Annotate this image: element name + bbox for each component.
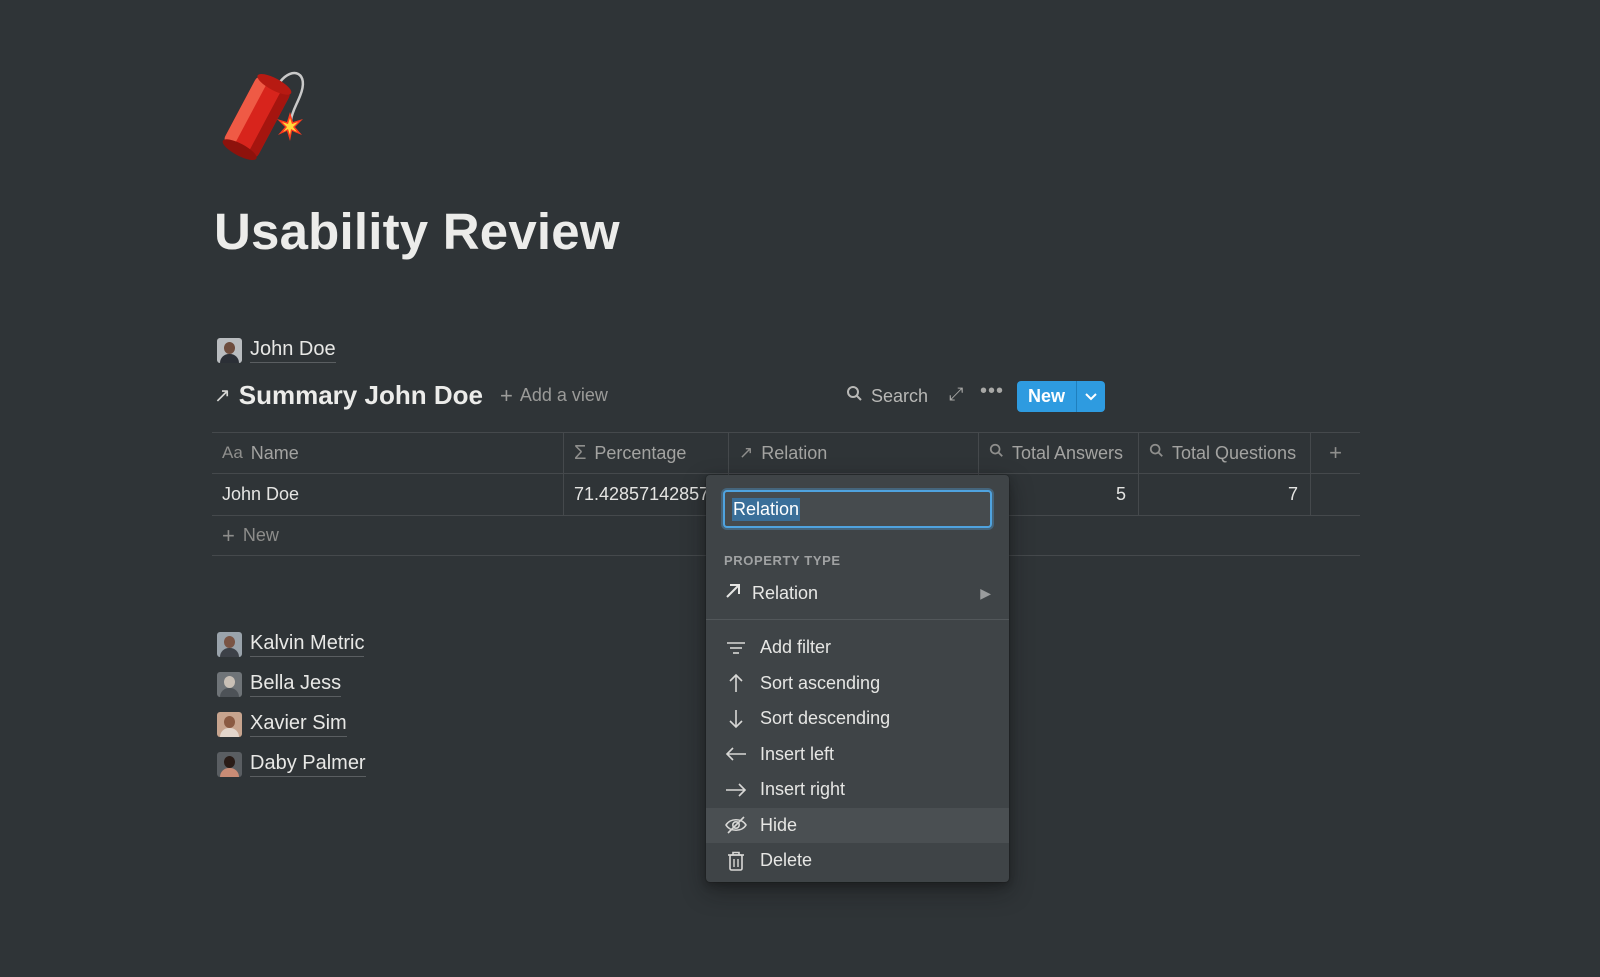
- menu-item-add-filter[interactable]: Add filter: [706, 630, 1009, 666]
- new-row-label: New: [242, 525, 279, 545]
- arrow-up-icon: [724, 671, 748, 695]
- person-link-bella-jess[interactable]: Bella Jess: [217, 664, 366, 704]
- person-name: Kalvin Metric: [250, 632, 365, 657]
- plus-icon: +: [222, 522, 235, 548]
- search-label: Search: [871, 385, 929, 406]
- person-link-xavier-sim[interactable]: Xavier Sim: [217, 704, 366, 744]
- menu-item-sort-ascending[interactable]: Sort ascending: [706, 666, 1009, 702]
- menu-item-label: Hide: [760, 814, 798, 835]
- search-icon: [846, 385, 863, 407]
- chevron-right-icon: ▶: [980, 584, 991, 601]
- page: Usability Review John Doe ↗ Summary John…: [0, 0, 1600, 977]
- avatar: [217, 751, 242, 777]
- database-title-text: Summary John Doe: [238, 380, 483, 410]
- relation-icon: ↗: [739, 443, 754, 462]
- property-name-value: Relation: [732, 497, 801, 521]
- relation-icon: [724, 582, 742, 605]
- search-button[interactable]: Search: [846, 385, 928, 407]
- arrow-down-icon: [724, 707, 748, 731]
- database-header: ↗ Summary John Doe + Add a view Search ⤢…: [214, 380, 1360, 414]
- column-header-total-answers[interactable]: Total Answers: [979, 433, 1139, 473]
- cell-total-questions[interactable]: 7: [1139, 474, 1311, 515]
- menu-item-sort-descending[interactable]: Sort descending: [706, 701, 1009, 737]
- new-button-group: New: [1017, 381, 1106, 412]
- column-label: Name: [250, 442, 299, 463]
- menu-item-insert-left[interactable]: Insert left: [706, 737, 1009, 773]
- arrow-left-icon: [724, 742, 748, 766]
- avatar: [217, 338, 242, 363]
- owner-page-link[interactable]: John Doe: [217, 338, 336, 363]
- column-header-total-questions[interactable]: Total Questions: [1139, 433, 1311, 473]
- column-label: Relation: [761, 442, 828, 463]
- column-label: Total Answers: [1012, 442, 1124, 463]
- person-link-daby-palmer[interactable]: Daby Palmer: [217, 744, 366, 784]
- menu-item-delete[interactable]: Delete: [706, 843, 1009, 879]
- person-name: Daby Palmer: [250, 752, 366, 777]
- chevron-down-icon[interactable]: [1077, 381, 1105, 412]
- filter-icon: [724, 636, 748, 660]
- person-name: Bella Jess: [250, 672, 342, 697]
- page-title: Usability Review: [214, 203, 620, 260]
- menu-items: Add filter Sort ascending Sort descendin…: [706, 630, 1009, 879]
- person-link-kalvin-metric[interactable]: Kalvin Metric: [217, 624, 366, 664]
- menu-divider: [706, 619, 1009, 620]
- add-column-button[interactable]: +: [1311, 433, 1360, 473]
- column-header-percentage[interactable]: Σ Percentage: [564, 433, 729, 473]
- text-property-icon: Aa: [222, 443, 243, 462]
- cell-name[interactable]: John Doe: [212, 474, 564, 515]
- trash-icon: [724, 849, 748, 873]
- linked-arrow-icon: ↗: [214, 385, 231, 407]
- avatar: [217, 711, 242, 737]
- owner-name: John Doe: [250, 338, 336, 363]
- menu-item-label: Sort ascending: [760, 672, 881, 693]
- database-title[interactable]: ↗ Summary John Doe: [214, 380, 483, 411]
- menu-item-insert-right[interactable]: Insert right: [706, 772, 1009, 808]
- search-icon: [989, 443, 1004, 463]
- eye-off-icon: [724, 813, 748, 837]
- property-type-selector[interactable]: Relation ▶: [706, 576, 1009, 610]
- table-header-row: Aa Name Σ Percentage ↗ Relation Total An…: [212, 432, 1360, 474]
- column-header-name[interactable]: Aa Name: [212, 433, 564, 473]
- avatar: [217, 671, 242, 697]
- more-options-icon[interactable]: •••: [980, 380, 1004, 403]
- column-label: Percentage: [594, 442, 687, 463]
- arrow-right-icon: [724, 778, 748, 802]
- column-label: Total Questions: [1172, 442, 1297, 463]
- column-header-relation[interactable]: ↗ Relation: [729, 433, 979, 473]
- cell-empty: [1311, 474, 1360, 515]
- firecracker-icon[interactable]: [212, 62, 312, 162]
- plus-icon: +: [500, 382, 513, 408]
- menu-item-hide[interactable]: Hide: [706, 807, 1009, 843]
- menu-item-label: Insert right: [760, 779, 846, 800]
- add-view-label: Add a view: [519, 385, 608, 405]
- expand-icon[interactable]: ⤢: [949, 384, 963, 405]
- plus-icon: +: [1329, 440, 1342, 465]
- add-view-button[interactable]: + Add a view: [500, 382, 608, 408]
- people-list: Kalvin Metric Bella Jess Xavier Sim Daby…: [217, 624, 366, 784]
- new-button[interactable]: New: [1017, 381, 1078, 412]
- property-type-heading: PROPERTY TYPE: [724, 553, 841, 568]
- menu-item-label: Add filter: [760, 637, 832, 658]
- menu-item-label: Delete: [760, 850, 813, 871]
- property-type-label: Relation: [752, 582, 819, 603]
- menu-item-label: Sort descending: [760, 708, 891, 729]
- menu-item-label: Insert left: [760, 743, 835, 764]
- person-name: Xavier Sim: [250, 712, 347, 737]
- property-menu: Relation PROPERTY TYPE Relation ▶ Add fi…: [706, 475, 1009, 882]
- formula-icon: Σ: [574, 441, 587, 464]
- avatar: [217, 631, 242, 657]
- cell-percentage[interactable]: 71.42857142857: [564, 474, 729, 515]
- property-name-input[interactable]: Relation: [723, 490, 992, 528]
- search-icon: [1149, 443, 1164, 463]
